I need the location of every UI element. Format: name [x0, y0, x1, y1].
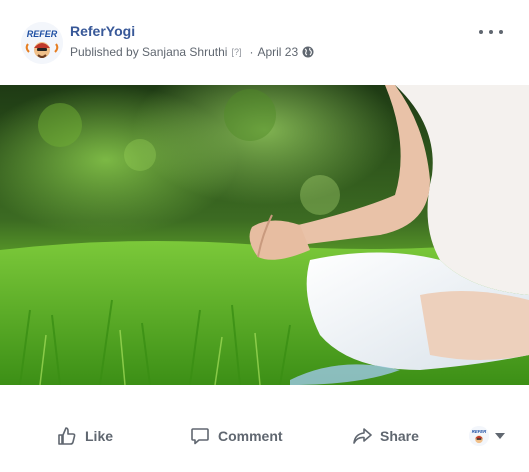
thumbs-up-icon [58, 427, 76, 445]
comment-icon [191, 428, 209, 445]
post-photo[interactable] [0, 85, 529, 385]
post-header: REFER ReferYogi Published by Sanjana Shr… [0, 0, 529, 84]
meta-separator: · [249, 45, 254, 59]
logo-text-small: REFER [472, 429, 487, 434]
yoga-photo [0, 85, 529, 385]
globe-icon[interactable] [302, 46, 314, 58]
post-meta: Published by Sanjana Shruthi [?] · April… [70, 45, 314, 59]
comment-label: Comment [218, 428, 283, 444]
share-arrow-icon [353, 428, 372, 444]
more-options-button[interactable] [479, 25, 503, 39]
more-dot-icon [489, 30, 493, 34]
post-card: REFER ReferYogi Published by Sanjana Shr… [0, 0, 529, 472]
more-dot-icon [479, 30, 483, 34]
like-button[interactable]: Like [57, 418, 113, 454]
page-name-link[interactable]: ReferYogi [70, 23, 135, 39]
published-by-text[interactable]: Published by Sanjana Shruthi [70, 45, 227, 59]
page-avatar[interactable]: REFER [21, 22, 63, 64]
share-label: Share [380, 428, 419, 444]
referyogi-logo-small: REFER [469, 426, 489, 446]
more-dot-icon [499, 30, 503, 34]
reaction-as-selector[interactable]: REFER [469, 426, 505, 446]
referyogi-logo: REFER [21, 22, 63, 64]
comment-button[interactable]: Comment [190, 418, 283, 454]
like-label: Like [85, 428, 114, 444]
help-mark[interactable]: [?] [231, 47, 241, 57]
logo-text: REFER [27, 29, 58, 39]
page-mini-avatar: REFER [469, 426, 489, 446]
post-date-link[interactable]: April 23 [257, 45, 298, 59]
caret-down-icon [495, 433, 505, 439]
share-button[interactable]: Share [352, 418, 419, 454]
post-actions-bar: Like Comment Share REFER [0, 418, 529, 454]
